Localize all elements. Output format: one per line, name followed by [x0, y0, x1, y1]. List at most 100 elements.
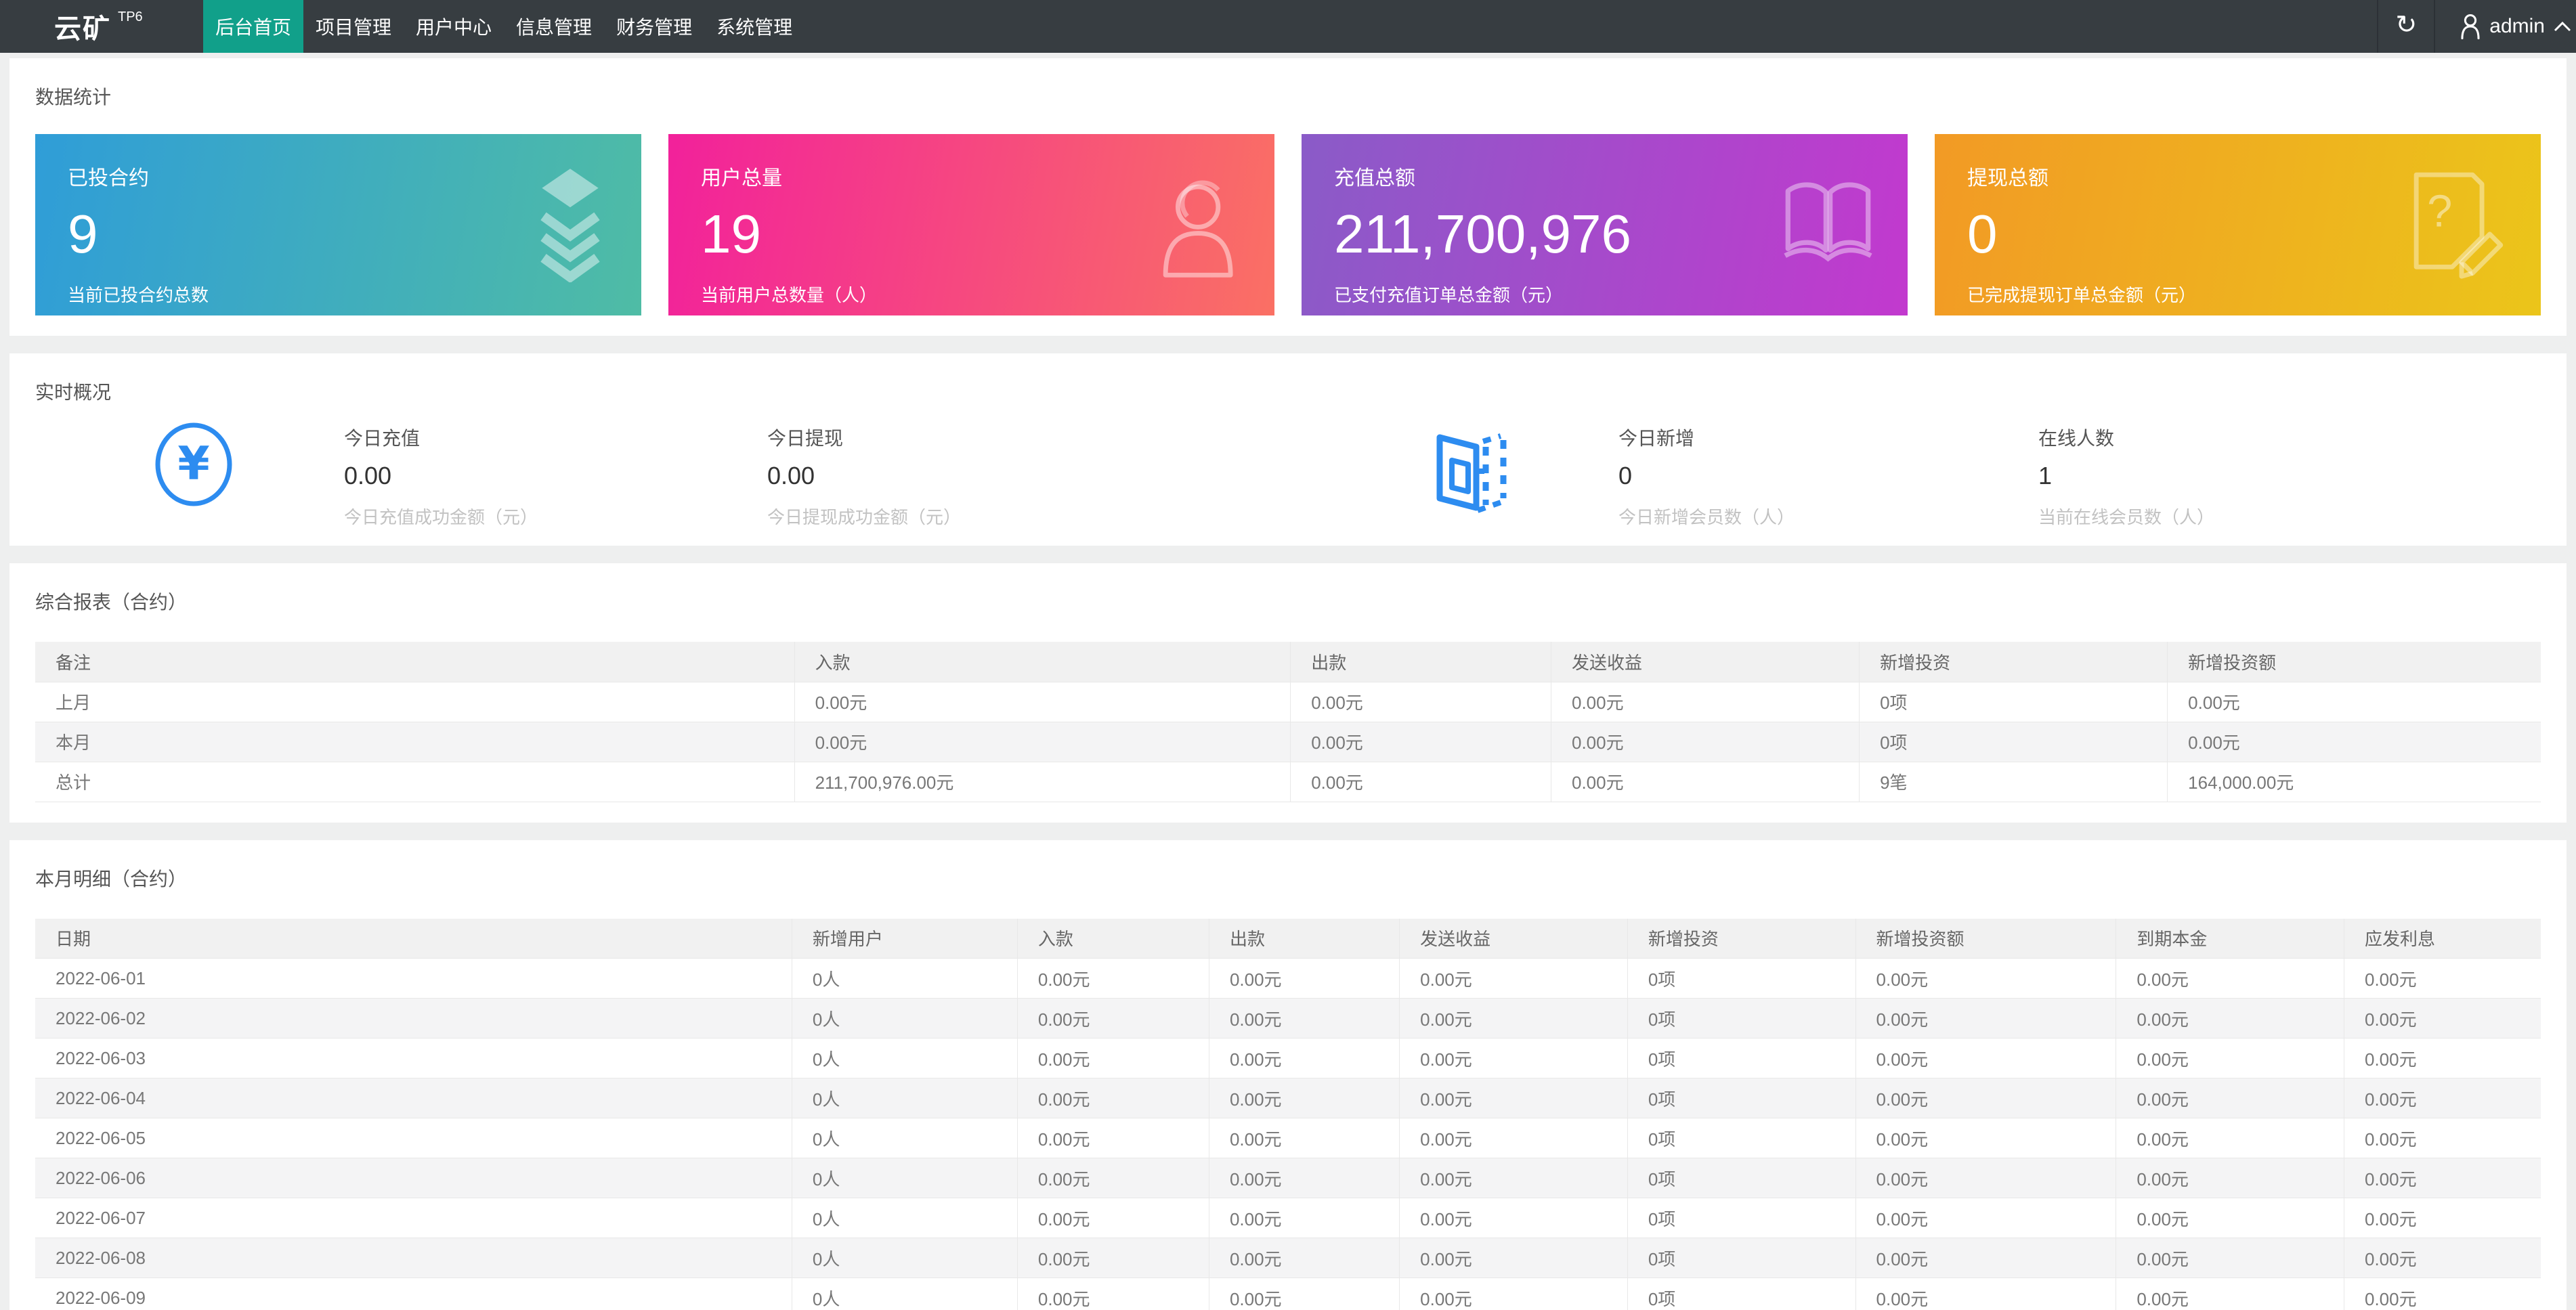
- table-cell: 0.00元: [1855, 1118, 2117, 1158]
- table-cell: 0.00元: [1855, 1078, 2117, 1118]
- table-row: 2022-06-07 0人 0.00元 0.00元 0.00元 0项 0.00元 0.00元 0…: [35, 1198, 2541, 1238]
- stats-section-title: 数据统计: [35, 87, 112, 108]
- table-cell: 0人: [792, 998, 1018, 1039]
- table-cell: 2022-06-03: [35, 1038, 792, 1078]
- table-cell: 0人: [792, 1078, 1018, 1118]
- open-door-icon: [1421, 418, 1522, 520]
- yuan-circle-icon: ¥: [153, 421, 234, 508]
- table-cell: 0.00元: [2344, 1198, 2541, 1238]
- table-cell: 0.00元: [1399, 1118, 1628, 1158]
- detail-section-title: 本月明细（合约）: [35, 868, 188, 890]
- table-cell: 0.00元: [1855, 1198, 2117, 1238]
- open-book-icon: [1782, 171, 1874, 279]
- stat-label: 今日充值: [344, 428, 421, 449]
- table-row: 2022-06-04 0人 0.00元 0.00元 0.00元 0项 0.00元 0.00元 0…: [35, 1078, 2541, 1118]
- nav-item-projects[interactable]: 项目管理: [303, 0, 404, 53]
- column-header: 入款: [1017, 918, 1209, 959]
- table-cell: 0人: [792, 958, 1018, 999]
- table-cell: 0.00元: [2344, 1078, 2541, 1118]
- table-cell: 0人: [792, 1118, 1018, 1158]
- table-cell: 0.00元: [1399, 1278, 1628, 1310]
- table-cell: 9笔: [1859, 762, 2168, 802]
- card-desc: 当前已投合约总数: [68, 285, 209, 305]
- table-cell: 0.00元: [1209, 1238, 1400, 1278]
- table-header-row: 日期 新增用户 入款 出款 发送收益 新增投资 新增投资额 到期本金 应发利息: [35, 918, 2541, 959]
- table-cell: 0.00元: [794, 682, 1291, 722]
- report-section: 综合报表（合约） 备注 入款 出款 发送收益 新增投资 新增投资额 上月 0.00元 0.00…: [9, 563, 2567, 823]
- document-question-icon: ?: [2405, 169, 2507, 281]
- table-cell: 上月: [35, 682, 795, 722]
- stats-section: 数据统计 已投合约 9 当前已投合约总数 用户总量 19 当前用户总数量（人）: [9, 58, 2567, 336]
- svg-text:?: ?: [2427, 185, 2452, 236]
- table-cell: 0.00元: [1017, 1198, 1209, 1238]
- table-cell: 0.00元: [1399, 958, 1628, 999]
- table-cell: 0项: [1859, 722, 2168, 762]
- table-cell: 0项: [1627, 998, 1856, 1039]
- table-cell: 0.00元: [1209, 1038, 1400, 1078]
- column-header: 日期: [35, 918, 792, 959]
- nav-item-home[interactable]: 后台首页: [203, 0, 304, 53]
- detail-section: 本月明细（合约） 日期 新增用户 入款 出款 发送收益 新增投资 新增投资额 到期本金 应发利息…: [9, 839, 2567, 1310]
- card-value: 9: [68, 204, 98, 264]
- table-row: 2022-06-09 0人 0.00元 0.00元 0.00元 0项 0.00元 0.00元 0…: [35, 1278, 2541, 1310]
- table-cell: 0项: [1627, 1198, 1856, 1238]
- table-cell: 0.00元: [1855, 1278, 2117, 1310]
- table-row: 2022-06-06 0人 0.00元 0.00元 0.00元 0项 0.00元 0.00元 0…: [35, 1158, 2541, 1198]
- table-cell: 0项: [1627, 1078, 1856, 1118]
- table-cell: 0.00元: [1399, 1238, 1628, 1278]
- table-cell: 0.00元: [2344, 1158, 2541, 1198]
- table-cell: 0.00元: [1399, 1198, 1628, 1238]
- table-cell: 0.00元: [2116, 1038, 2344, 1078]
- table-cell: 0项: [1627, 1038, 1856, 1078]
- table-cell: 0.00元: [1855, 1038, 2117, 1078]
- table-cell: 0人: [792, 1238, 1018, 1278]
- card-desc: 已支付充值订单总金额（元）: [1334, 285, 1564, 305]
- refresh-button[interactable]: ↻: [2377, 0, 2436, 53]
- report-table: 备注 入款 出款 发送收益 新增投资 新增投资额 上月 0.00元 0.00元 0.00元 0项 0…: [35, 642, 2541, 802]
- table-row: 2022-06-05 0人 0.00元 0.00元 0.00元 0项 0.00元 0.00元 0…: [35, 1118, 2541, 1158]
- table-cell: 总计: [35, 762, 795, 802]
- table-cell: 0.00元: [1855, 1238, 2117, 1278]
- column-header: 备注: [35, 642, 795, 682]
- table-row: 2022-06-03 0人 0.00元 0.00元 0.00元 0项 0.00元 0.00元 0…: [35, 1038, 2541, 1078]
- table-cell: 0.00元: [1855, 958, 2117, 999]
- table-cell: 0.00元: [2344, 958, 2541, 999]
- table-cell: 2022-06-01: [35, 958, 792, 999]
- stat-desc: 今日充值成功金额（元）: [344, 507, 538, 527]
- nav-item-info[interactable]: 信息管理: [504, 0, 604, 53]
- nav-item-users[interactable]: 用户中心: [404, 0, 504, 53]
- column-header: 新增用户: [792, 918, 1018, 959]
- table-cell: 0.00元: [2344, 1118, 2541, 1158]
- realtime-section: 实时概况 ¥ 今日充值 0.00 今日充值成功金额（元） 今日提现 0.00 今…: [9, 353, 2567, 546]
- table-cell: 0.00元: [1399, 998, 1628, 1039]
- table-cell: 0.00元: [1017, 1278, 1209, 1310]
- table-cell: 0.00元: [1551, 682, 1860, 722]
- user-menu[interactable]: admin: [2435, 0, 2576, 53]
- nav-item-finance[interactable]: 财务管理: [604, 0, 704, 53]
- column-header: 新增投资额: [1855, 918, 2117, 959]
- table-cell: 0项: [1627, 958, 1856, 999]
- stat-desc: 今日新增会员数（人）: [1618, 507, 1795, 527]
- card-desc: 当前用户总数量（人）: [701, 285, 878, 305]
- layers-icon: [533, 167, 607, 282]
- realtime-row: ¥ 今日充值 0.00 今日充值成功金额（元） 今日提现 0.00 今日提现成功…: [35, 421, 2541, 527]
- stat-label: 今日新增: [1618, 428, 1695, 449]
- nav-item-system[interactable]: 系统管理: [704, 0, 804, 53]
- table-cell: 0人: [792, 1278, 1018, 1310]
- realtime-section-title: 实时概况: [35, 382, 112, 403]
- table-cell: 0.00元: [1017, 1038, 1209, 1078]
- table-header-row: 备注 入款 出款 发送收益 新增投资 新增投资额: [35, 642, 2541, 682]
- table-cell: 0人: [792, 1038, 1018, 1078]
- table-cell: 0.00元: [1209, 1078, 1400, 1118]
- user-icon: [2460, 14, 2481, 39]
- card-total-users: 用户总量 19 当前用户总数量（人）: [668, 134, 1274, 315]
- top-navbar: 云矿 TP6 后台首页 项目管理 用户中心 信息管理 财务管理 系统管理 ↻ a…: [0, 0, 2576, 53]
- table-cell: 0.00元: [1399, 1078, 1628, 1118]
- realtime-stat-withdraw: 今日提现 0.00 今日提现成功金额（元）: [767, 424, 961, 529]
- column-header: 出款: [1290, 642, 1551, 682]
- table-cell: 0.00元: [2167, 722, 2541, 762]
- column-header: 到期本金: [2116, 918, 2344, 959]
- table-cell: 0.00元: [2116, 1078, 2344, 1118]
- stat-desc: 今日提现成功金额（元）: [767, 507, 962, 527]
- table-cell: 164,000.00元: [2167, 762, 2541, 802]
